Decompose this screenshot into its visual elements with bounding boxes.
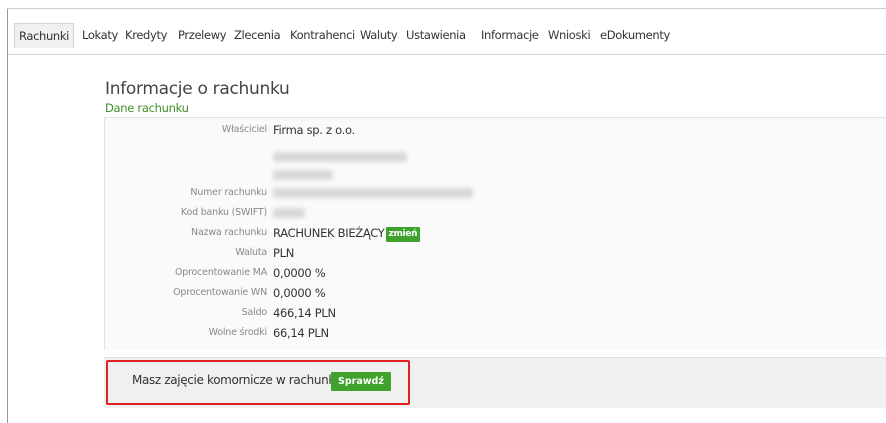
owner-row: Właściciel Firma sp. z o.o. xyxy=(105,121,886,139)
redacted-swift-code xyxy=(273,208,305,218)
tab-rachunki[interactable]: Rachunki xyxy=(14,23,75,48)
section-title: Dane rachunku xyxy=(105,101,189,115)
currency-row: Waluta PLN xyxy=(105,244,886,262)
account-number-row: Numer rachunku xyxy=(105,184,886,202)
available-funds-row: Wolne środki 66,14 PLN xyxy=(105,324,886,342)
rate-ma-row: Oprocentowanie MA 0,0000 % xyxy=(105,264,886,282)
redacted-address-line-2 xyxy=(273,170,333,180)
currency-label: Waluta xyxy=(235,247,267,258)
tab-lokaty[interactable]: Lokaty xyxy=(82,23,118,47)
tab-kontrahenci[interactable]: Kontrahenci xyxy=(290,23,355,47)
balance-label: Saldo xyxy=(241,307,268,318)
balance-row: Saldo 466,14 PLN xyxy=(105,304,886,322)
tab-informacje[interactable]: Informacje xyxy=(481,23,539,47)
tab-ustawienia[interactable]: Ustawienia xyxy=(406,23,466,47)
owner-address-line-2 xyxy=(105,166,886,184)
owner-value: Firma sp. z o.o. xyxy=(273,123,355,137)
account-name-label: Nazwa rachunku xyxy=(191,227,267,238)
rate-wn-value: 0,0000 % xyxy=(273,286,326,300)
balance-value: 466,14 PLN xyxy=(273,306,336,320)
available-funds-value: 66,14 PLN xyxy=(273,326,329,340)
available-funds-label: Wolne środki xyxy=(208,327,268,338)
window-top-border xyxy=(7,8,886,9)
window-left-border xyxy=(7,8,8,423)
owner-label: Właściciel xyxy=(221,124,267,135)
highlight-frame xyxy=(106,360,410,405)
page-title: Informacje o rachunku xyxy=(105,79,290,100)
rate-ma-label: Oprocentowanie MA xyxy=(174,267,267,278)
owner-address-line-1 xyxy=(105,148,886,166)
tab-edokumenty[interactable]: eDokumenty xyxy=(600,23,670,47)
swift-label: Kod banku (SWIFT) xyxy=(180,207,267,218)
account-details-panel: Właściciel Firma sp. z o.o. Numer rachun… xyxy=(104,117,886,350)
tab-kredyty[interactable]: Kredyty xyxy=(125,23,167,47)
change-name-button[interactable]: zmień xyxy=(385,227,421,242)
tab-przelewy[interactable]: Przelewy xyxy=(178,23,227,47)
tab-wnioski[interactable]: Wnioski xyxy=(548,23,591,47)
swift-row: Kod banku (SWIFT) xyxy=(105,204,886,222)
tab-waluty[interactable]: Waluty xyxy=(360,23,398,47)
rate-ma-value: 0,0000 % xyxy=(273,266,326,280)
tab-zlecenia[interactable]: Zlecenia xyxy=(234,23,281,47)
redacted-address-line-1 xyxy=(273,152,407,162)
main-navigation: Rachunki Lokaty Kredyty Przelewy Zleceni… xyxy=(8,14,886,55)
rate-wn-row: Oprocentowanie WN 0,0000 % xyxy=(105,284,886,302)
redacted-account-number xyxy=(273,188,473,198)
account-name-value-wrap: RACHUNEK BIEŻĄCY zmień xyxy=(273,224,421,242)
account-name-row: Nazwa rachunku RACHUNEK BIEŻĄCY zmień xyxy=(105,224,886,242)
account-name-value: RACHUNEK BIEŻĄCY xyxy=(273,226,385,240)
account-number-label: Numer rachunku xyxy=(190,187,267,198)
currency-value: PLN xyxy=(273,246,295,260)
rate-wn-label: Oprocentowanie WN xyxy=(173,287,267,298)
